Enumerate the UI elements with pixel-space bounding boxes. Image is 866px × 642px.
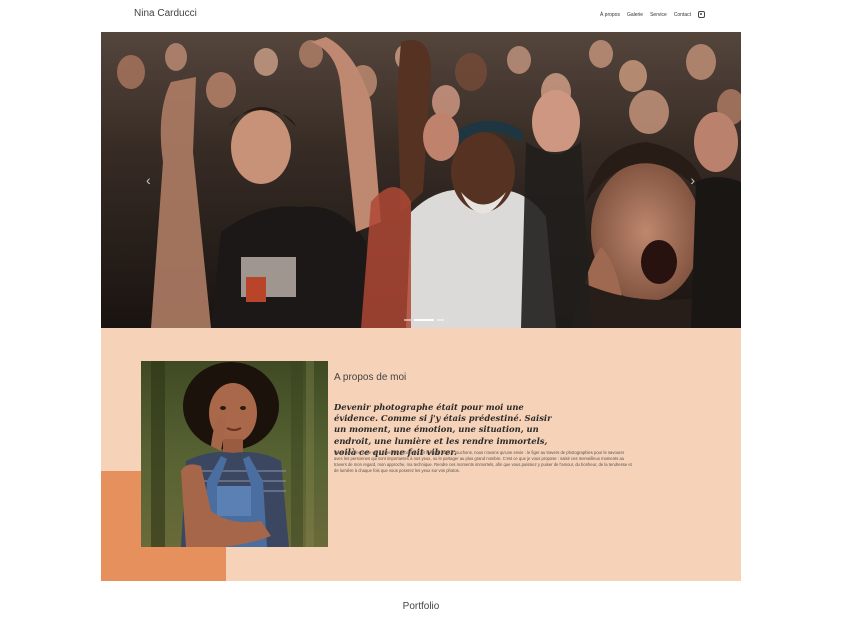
nav-link-contact[interactable]: Contact — [674, 12, 691, 18]
nav-link-a-propos[interactable]: À propos — [600, 12, 620, 18]
portrait-photo — [141, 361, 328, 547]
carousel-indicators — [404, 319, 444, 321]
chevron-right-icon[interactable]: › — [690, 173, 695, 187]
about-section: A propos de moi Devenir photographe étai… — [101, 328, 741, 581]
about-title: A propos de moi — [334, 372, 407, 383]
portfolio-heading: Portfolio — [402, 601, 440, 612]
carousel-indicator[interactable] — [437, 319, 444, 321]
chevron-left-icon[interactable]: ‹ — [146, 173, 151, 187]
carousel-indicator[interactable] — [404, 319, 411, 321]
photographer-portrait — [141, 361, 328, 547]
nav-link-service[interactable]: Service — [650, 12, 667, 18]
about-body-text: Nous passons notre vie à chercher le bon… — [334, 450, 632, 473]
main-nav: À propos Galerie Service Contact — [600, 11, 705, 18]
carousel-indicator-active[interactable] — [414, 319, 434, 321]
instagram-icon[interactable] — [698, 11, 705, 18]
site-header: Nina Carducci À propos Galerie Service C… — [101, 0, 741, 32]
hero-concert-crowd-photo — [101, 32, 741, 328]
nav-link-galerie[interactable]: Galerie — [627, 12, 643, 18]
site-brand[interactable]: Nina Carducci — [134, 8, 197, 19]
hero-carousel: ‹ › — [101, 32, 741, 328]
